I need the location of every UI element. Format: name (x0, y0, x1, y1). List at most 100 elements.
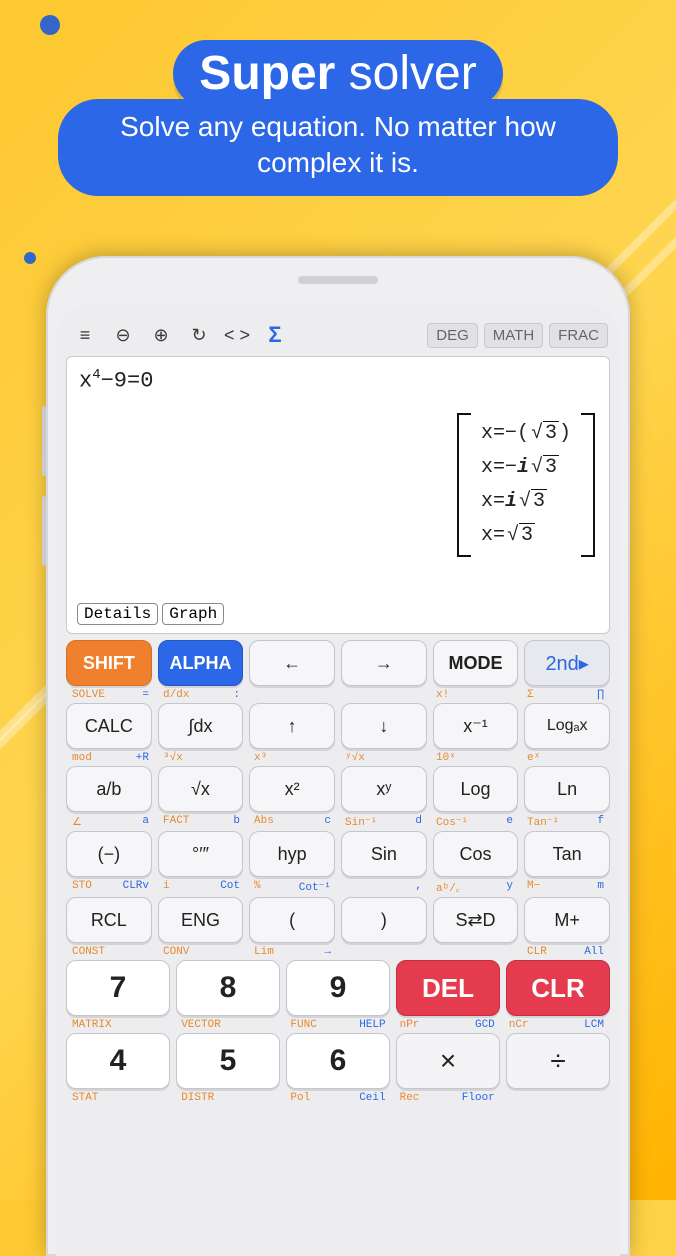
key-hint (505, 1092, 608, 1104)
chip-frac[interactable]: FRAC (549, 323, 608, 348)
hyp-key[interactable]: hyp (249, 831, 335, 877)
key-hint (341, 689, 426, 701)
del-key[interactable]: DEL (396, 960, 500, 1016)
key-hint: ∠a (68, 815, 153, 829)
promo-title-bold: Super (199, 47, 335, 100)
equation-text: x4−9=0 (79, 367, 597, 393)
key-hint: Lim→ (250, 946, 335, 958)
ln-key[interactable]: Ln (524, 766, 610, 812)
mode-key[interactable]: MODE (433, 640, 519, 686)
left-arrow-key[interactable]: ← (249, 640, 335, 686)
graph-button[interactable]: Graph (162, 603, 224, 625)
down-arrow-key[interactable]: ↓ (341, 703, 427, 749)
lparen-key[interactable]: ( (249, 897, 335, 943)
key-hint (341, 946, 426, 958)
dms-key[interactable]: °′″ (158, 831, 244, 877)
mode-chips: DEG MATH FRAC (427, 323, 608, 348)
key-7[interactable]: 7 (66, 960, 170, 1016)
sigma-icon[interactable]: Σ (258, 320, 292, 350)
key-hint: d/dx: (159, 689, 244, 701)
square-key[interactable]: x² (249, 766, 335, 812)
fraction-key[interactable]: a/b (66, 766, 152, 812)
calculator-display[interactable]: x4−9=0 x=−(3)x=−i3x=i3x=3 Details Graph (66, 356, 610, 634)
tan-key[interactable]: Tan (524, 831, 610, 877)
code-icon[interactable]: < > (220, 320, 254, 350)
neg-key[interactable]: (−) (66, 831, 152, 877)
phone-speaker (298, 276, 378, 284)
details-button[interactable]: Details (77, 603, 158, 625)
key-hint: 10ˣ (432, 752, 517, 764)
promo-subtitle: Solve any equation. No matter how comple… (58, 99, 618, 196)
promo-title: Super solver (173, 40, 502, 107)
key-hint: MATRIX (68, 1019, 171, 1031)
key-hint: aᵇ/꜀y (432, 880, 517, 895)
key-hint: STOCLRv (68, 880, 153, 895)
zoom-out-icon[interactable]: ⊖ (106, 320, 140, 350)
key-hint: Σ∏ (523, 689, 608, 701)
key-hint: Absc (250, 815, 335, 829)
mplus-key[interactable]: M+ (524, 897, 610, 943)
key-hint (250, 689, 335, 701)
key-9[interactable]: 9 (286, 960, 390, 1016)
key-hint: mod+R (68, 752, 153, 764)
cos-key[interactable]: Cos (433, 831, 519, 877)
key-hint: x! (432, 689, 517, 701)
rcl-key[interactable]: RCL (66, 897, 152, 943)
solution-matrix: x=−(3)x=−i3x=i3x=3 (457, 413, 595, 557)
key-hint: iCot (159, 880, 244, 895)
up-arrow-key[interactable]: ↑ (249, 703, 335, 749)
phone-side-button (42, 496, 46, 566)
key-hint (432, 946, 517, 958)
right-arrow-key[interactable]: → (341, 640, 427, 686)
power-key[interactable]: xʸ (341, 766, 427, 812)
app-screen: ≡ ⊖ ⊕ ↻ < > Σ DEG MATH FRAC x4−9=0 x=−(3… (56, 304, 620, 1256)
key-hint: FUNCHELP (286, 1019, 389, 1031)
key-hint: FACTb (159, 815, 244, 829)
key-hint: STAT (68, 1092, 171, 1104)
divide-key[interactable]: ÷ (506, 1033, 610, 1089)
key-hint: nPrGCD (396, 1019, 499, 1031)
log-key[interactable]: Log (433, 766, 519, 812)
key-hint: Sin⁻¹d (341, 815, 426, 829)
key-hint: ʸ√x (341, 752, 426, 764)
keypad: SHIFT ALPHA ← → MODE 2nd▸ SOLVE=d/dx:x!Σ… (62, 634, 614, 1106)
refresh-icon[interactable]: ↻ (182, 320, 216, 350)
chip-math[interactable]: MATH (484, 323, 543, 348)
key-hint: DISTR (177, 1092, 280, 1104)
eng-key[interactable]: ENG (158, 897, 244, 943)
promo-banner: Super solver Solve any equation. No matt… (0, 0, 676, 212)
shift-key[interactable]: SHIFT (66, 640, 152, 686)
key-hint: ³√x (159, 752, 244, 764)
key-5[interactable]: 5 (176, 1033, 280, 1089)
alpha-key[interactable]: ALPHA (158, 640, 244, 686)
sin-key[interactable]: Sin (341, 831, 427, 877)
toolbar: ≡ ⊖ ⊕ ↻ < > Σ DEG MATH FRAC (62, 320, 614, 356)
phone-side-button (42, 406, 46, 476)
key-hint: , (341, 880, 426, 895)
key-hint: CONST (68, 946, 153, 958)
key-hint: PolCeil (286, 1092, 389, 1104)
promo-title-rest: solver (335, 47, 476, 100)
multiply-key[interactable]: × (396, 1033, 500, 1089)
key-4[interactable]: 4 (66, 1033, 170, 1089)
key-hint: CONV (159, 946, 244, 958)
key-hint: VECTOR (177, 1019, 280, 1031)
phone-frame: ≡ ⊖ ⊕ ↻ < > Σ DEG MATH FRAC x4−9=0 x=−(3… (46, 256, 630, 1256)
rparen-key[interactable]: ) (341, 897, 427, 943)
log-base-key[interactable]: Logₐx (524, 703, 610, 749)
sd-key[interactable]: S⇄D (433, 897, 519, 943)
key-6[interactable]: 6 (286, 1033, 390, 1089)
key-hint: eˣ (523, 752, 608, 764)
chip-deg[interactable]: DEG (427, 323, 478, 348)
integral-key[interactable]: ∫dx (158, 703, 244, 749)
zoom-in-icon[interactable]: ⊕ (144, 320, 178, 350)
menu-icon[interactable]: ≡ (68, 320, 102, 350)
key-8[interactable]: 8 (176, 960, 280, 1016)
x-inverse-key[interactable]: x⁻¹ (433, 703, 519, 749)
second-key[interactable]: 2nd▸ (524, 640, 610, 686)
calc-key[interactable]: CALC (66, 703, 152, 749)
key-hint: CLRAll (523, 946, 608, 958)
clr-key[interactable]: CLR (506, 960, 610, 1016)
key-hint: %Cot⁻¹ (250, 880, 335, 895)
sqrt-key[interactable]: √x (158, 766, 244, 812)
